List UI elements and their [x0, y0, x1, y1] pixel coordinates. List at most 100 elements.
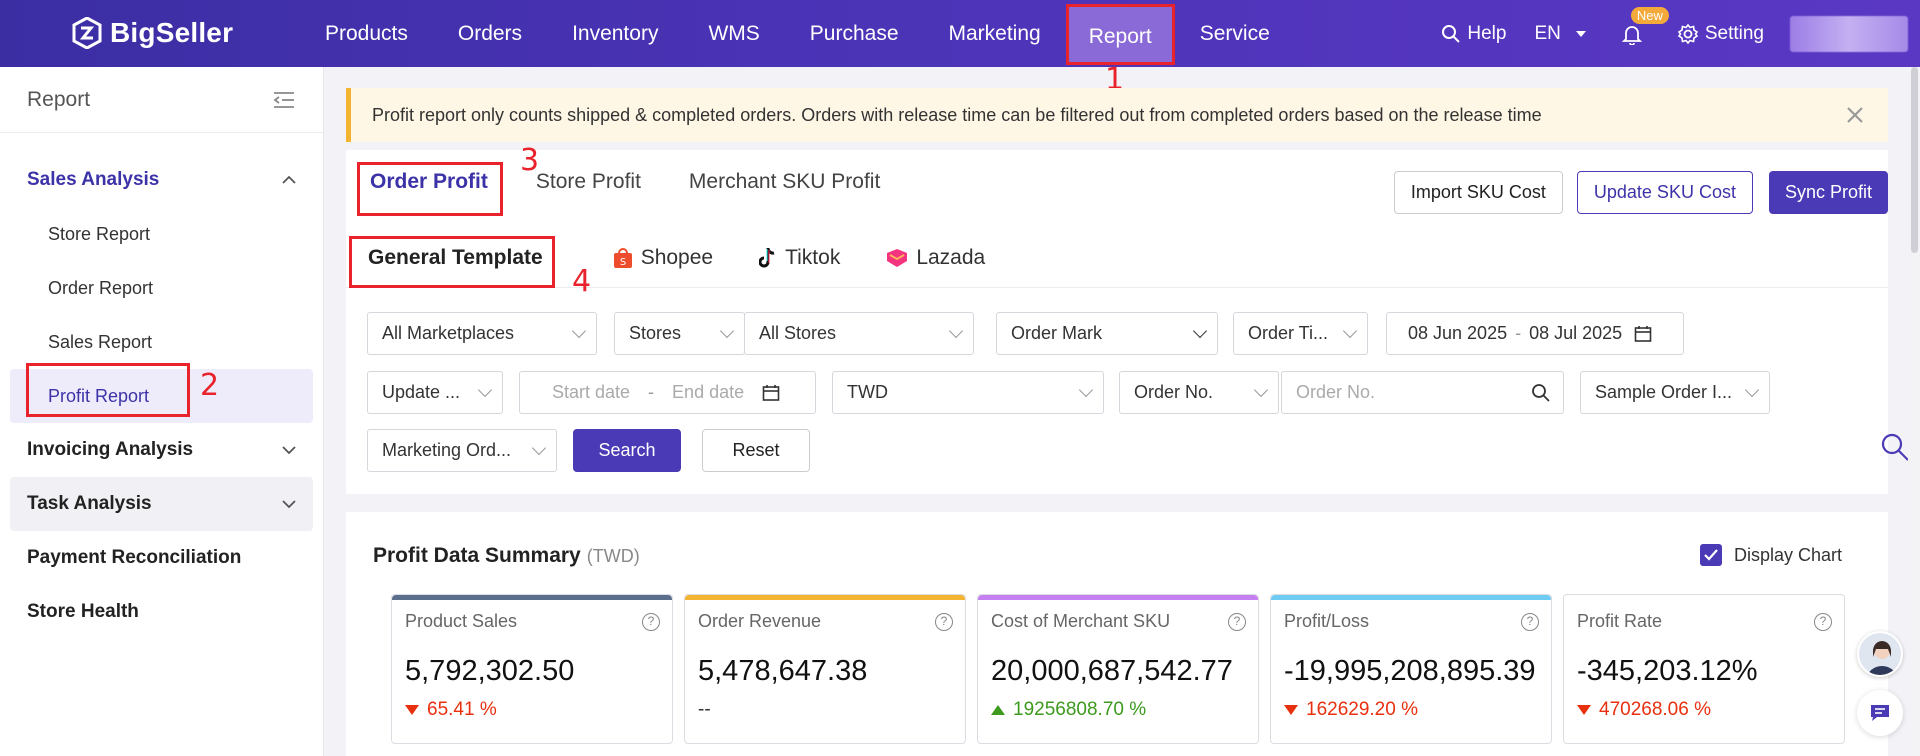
- page-scrollbar[interactable]: [1908, 67, 1920, 756]
- filter-panel: Order Profit Store Profit Merchant SKU P…: [346, 150, 1888, 494]
- arrow-down-icon: [1284, 705, 1298, 715]
- feedback-button[interactable]: [1857, 690, 1903, 736]
- brand-name: BigSeller: [110, 17, 234, 48]
- stores-type-select[interactable]: Stores: [614, 312, 745, 355]
- update-time-select[interactable]: Update ...: [367, 371, 503, 414]
- chevron-down-icon: [531, 440, 547, 455]
- tab-merchant-sku-profit[interactable]: Merchant SKU Profit: [689, 170, 880, 194]
- help-icon[interactable]: ?: [642, 613, 660, 631]
- search-button[interactable]: Search: [573, 429, 681, 472]
- summary-title: Profit Data Summary (TWD): [373, 544, 640, 567]
- nav-service[interactable]: Service: [1175, 0, 1295, 67]
- floating-search-icon[interactable]: [1880, 432, 1910, 462]
- tab-lazada[interactable]: Lazada: [886, 246, 985, 270]
- setting-link[interactable]: Setting: [1677, 23, 1764, 45]
- help-icon[interactable]: ?: [1814, 613, 1832, 631]
- checkbox-checked-icon[interactable]: [1699, 544, 1722, 566]
- shopee-icon: S: [613, 248, 632, 268]
- currency-select[interactable]: TWD: [832, 371, 1104, 414]
- help-icon[interactable]: ?: [1521, 613, 1539, 631]
- sidebar-item-store-report[interactable]: Store Report: [10, 207, 313, 261]
- tab-tiktok[interactable]: Tiktok: [759, 246, 840, 270]
- marketing-order-select[interactable]: Marketing Ord...: [367, 429, 557, 472]
- marketplace-select[interactable]: All Marketplaces: [367, 312, 597, 355]
- chevron-down-icon: [1253, 382, 1269, 397]
- sidebar-group-sales-analysis[interactable]: Sales Analysis: [10, 153, 313, 207]
- scrollbar-thumb[interactable]: [1911, 67, 1918, 253]
- notification-bell[interactable]: New: [1621, 6, 1669, 45]
- arrow-down-icon: [1577, 705, 1591, 715]
- search-icon[interactable]: [1531, 383, 1551, 403]
- sidebar-item-store-health[interactable]: Store Health: [10, 585, 313, 639]
- lazada-icon: [887, 249, 908, 267]
- sidebar-item-payment-reconciliation[interactable]: Payment Reconciliation: [10, 531, 313, 585]
- card-accent: [1271, 595, 1551, 600]
- update-sku-cost-button[interactable]: Update SKU Cost: [1576, 171, 1753, 214]
- nav-orders[interactable]: Orders: [433, 0, 547, 67]
- chevron-down-icon: [948, 323, 964, 338]
- card-accent: [1564, 595, 1844, 600]
- chevron-down-icon: [282, 446, 296, 454]
- close-icon[interactable]: [1846, 106, 1864, 124]
- import-sku-cost-button[interactable]: Import SKU Cost: [1393, 171, 1563, 214]
- sidebar-title: Report: [27, 87, 91, 111]
- nav-report[interactable]: Report: [1065, 4, 1175, 65]
- order-date-range[interactable]: 08 Jun 2025 - 08 Jul 2025: [1386, 312, 1684, 355]
- sidebar-item-sales-report[interactable]: Sales Report: [10, 315, 313, 369]
- nav-wms[interactable]: WMS: [683, 0, 784, 67]
- sample-order-select[interactable]: Sample Order I...: [1580, 371, 1770, 414]
- arrow-down-icon: [405, 705, 419, 715]
- order-no-type-select[interactable]: Order No.: [1119, 371, 1279, 414]
- nav-right: Help EN New Setting: [1413, 0, 1908, 67]
- gear-icon: [1677, 23, 1698, 44]
- sidebar-item-order-report[interactable]: Order Report: [10, 261, 313, 315]
- nav-products[interactable]: Products: [300, 0, 433, 67]
- new-badge: New: [1630, 6, 1669, 24]
- order-time-select[interactable]: Order Ti...: [1233, 312, 1368, 355]
- chevron-down-icon: [1342, 323, 1358, 338]
- card-profit-loss: Profit/Loss ? -19,995,208,895.39 162629.…: [1270, 594, 1552, 744]
- card-product-sales: Product Sales ? 5,792,302.50 65.41 %: [391, 594, 673, 744]
- chevron-down-icon: [719, 323, 735, 338]
- nav-marketing[interactable]: Marketing: [924, 0, 1066, 67]
- sidebar-header: Report: [0, 67, 323, 133]
- order-mark-select[interactable]: Order Mark: [996, 312, 1218, 355]
- help-icon[interactable]: ?: [935, 613, 953, 631]
- search-help-icon: [1442, 24, 1461, 43]
- chevron-down-icon: [1192, 323, 1208, 338]
- user-account[interactable]: [1790, 15, 1908, 52]
- sidebar-group-invoicing-analysis[interactable]: Invoicing Analysis: [10, 423, 313, 477]
- reset-button[interactable]: Reset: [702, 429, 810, 472]
- display-chart-toggle[interactable]: Display Chart: [1699, 544, 1842, 566]
- collapse-sidebar-icon[interactable]: [273, 91, 295, 109]
- chevron-up-icon: [282, 176, 296, 184]
- sidebar-group-task-analysis[interactable]: Task Analysis: [10, 477, 313, 531]
- nav-purchase[interactable]: Purchase: [785, 0, 924, 67]
- card-cost-of-merchant-sku: Cost of Merchant SKU ? 20,000,687,542.77…: [977, 594, 1259, 744]
- support-avatar[interactable]: [1857, 631, 1903, 677]
- nav-inventory[interactable]: Inventory: [547, 0, 683, 67]
- brand-logo[interactable]: BigSeller: [72, 17, 233, 49]
- annotation-box-2: [26, 363, 190, 417]
- stores-select[interactable]: All Stores: [744, 312, 974, 355]
- annotation-box-4: [349, 236, 555, 288]
- language-select[interactable]: EN: [1534, 23, 1592, 45]
- sync-profit-button[interactable]: Sync Profit: [1768, 171, 1888, 214]
- agent-avatar-icon: [1867, 641, 1897, 675]
- notice-banner: Profit report only counts shipped & comp…: [346, 88, 1888, 142]
- chevron-down-icon: [571, 323, 587, 338]
- tab-shopee[interactable]: S Shopee: [613, 246, 713, 270]
- help-link[interactable]: Help: [1441, 23, 1506, 45]
- card-accent: [392, 595, 672, 600]
- chat-icon: [1871, 705, 1889, 721]
- notice-text: Profit report only counts shipped & comp…: [372, 104, 1542, 125]
- order-no-input[interactable]: Order No.: [1281, 371, 1564, 414]
- update-date-range[interactable]: Start date - End date: [519, 371, 816, 414]
- annotation-box-3: [357, 162, 503, 216]
- help-icon[interactable]: ?: [1228, 613, 1246, 631]
- caret-down-icon: [1575, 30, 1586, 37]
- svg-text:S: S: [620, 257, 626, 268]
- tab-store-profit[interactable]: Store Profit: [536, 170, 641, 194]
- calendar-icon: [762, 384, 780, 401]
- profit-summary: Profit Data Summary (TWD) Display Chart P…: [346, 512, 1888, 756]
